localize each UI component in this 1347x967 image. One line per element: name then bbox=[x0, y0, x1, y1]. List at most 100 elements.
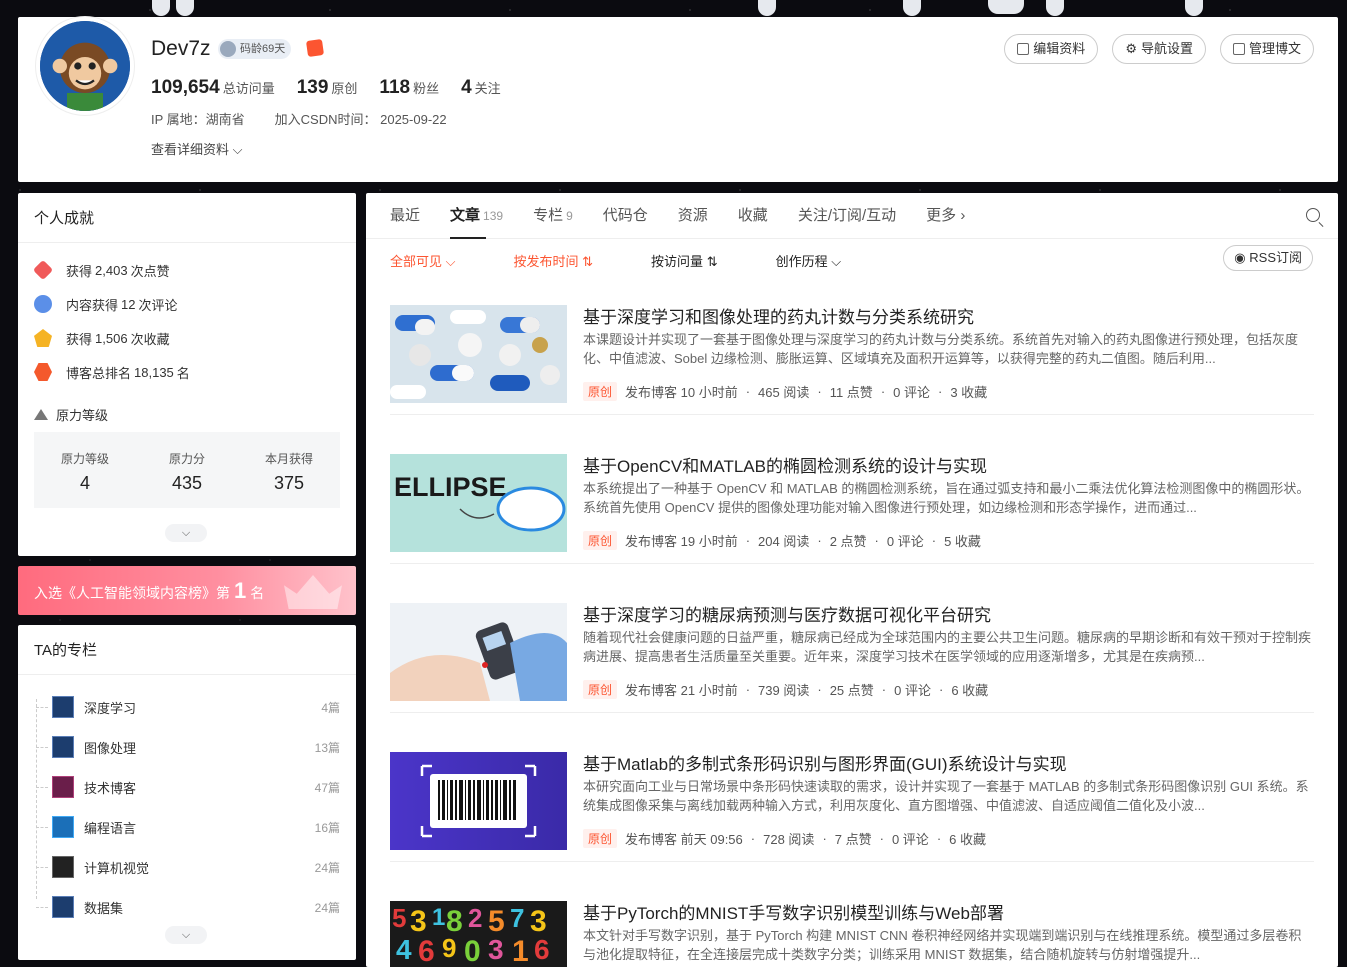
stat-original[interactable]: 139 原创 bbox=[297, 77, 358, 99]
tab-articles[interactable]: 文章 139 bbox=[450, 193, 503, 239]
svg-text:9: 9 bbox=[442, 933, 456, 963]
content-tabs: 最近 文章 139 专栏 9 代码仓 资源 收藏 关注/订阅/互动 更多 › bbox=[366, 193, 1338, 239]
column-item[interactable]: 深度学习 4篇 bbox=[36, 687, 340, 727]
avatar[interactable] bbox=[36, 17, 134, 115]
profile-actions: 编辑资料 ⚙ 导航设置 管理博文 bbox=[1004, 34, 1314, 64]
article-thumbnail[interactable] bbox=[390, 305, 567, 403]
svg-text:ELLIPSE: ELLIPSE bbox=[394, 472, 507, 502]
article-description: 随着现代社会健康问题的日益严重，糖尿病已经成为全球范围内的主要公共卫生问题。糖尿… bbox=[583, 630, 1312, 664]
profile-card: Dev7z 码龄69天 109,654 总访问量 139 原创 118 粉丝 4 关注 … bbox=[18, 17, 1338, 182]
article-filters: 全部可见 ⌵ 按发布时间 ⇅ 按访问量 ⇅ 创作历程 ⌵ ◉ RSS订阅 bbox=[366, 239, 1338, 281]
article-description: 本文针对手写数字识别，基于 PyTorch 构建 MNIST CNN 卷积神经网… bbox=[583, 928, 1302, 962]
ranking-banner[interactable]: 入选《人工智能领域内容榜》第 1 名 bbox=[18, 566, 356, 615]
profile-stats: 109,654 总访问量 139 原创 118 粉丝 4 关注 bbox=[151, 77, 501, 99]
sort-by-views[interactable]: 按访问量 ⇅ bbox=[651, 251, 718, 270]
article-item[interactable]: 基于深度学习的糖尿病预测与医疗数据可视化平台研究 随着现代社会健康问题的日益严重… bbox=[390, 591, 1314, 713]
article-meta: 原创 发布博客 10 小时前 · 465 阅读 · 11 点赞 · 0 评论 · 3 收… bbox=[583, 382, 987, 401]
achievement-likes: 获得 2,403 次点赞 bbox=[32, 253, 340, 287]
tab-code-repo[interactable]: 代码仓 bbox=[603, 193, 648, 239]
article-thumbnail[interactable]: ELLIPSE bbox=[390, 454, 567, 552]
tab-resources[interactable]: 资源 bbox=[678, 193, 708, 239]
column-cover-icon bbox=[52, 856, 74, 878]
svg-text:5: 5 bbox=[392, 903, 406, 933]
svg-text:7: 7 bbox=[510, 903, 524, 933]
manage-posts-button[interactable]: 管理博文 bbox=[1219, 34, 1314, 64]
tab-interactions[interactable]: 关注/订阅/互动 bbox=[798, 193, 896, 239]
profile-meta: IP 属地：湖南省 加入CSDN时间： 2025-09-22 bbox=[151, 109, 447, 128]
gear-icon: ⚙ bbox=[1125, 41, 1137, 56]
tab-columns[interactable]: 专栏 9 bbox=[533, 193, 573, 239]
original-tag: 原创 bbox=[583, 829, 618, 848]
article-thumbnail[interactable] bbox=[390, 752, 567, 850]
nav-settings-button[interactable]: ⚙ 导航设置 bbox=[1112, 34, 1206, 64]
article-meta: 原创 发布博客 21 小时前 · 739 阅读 · 25 点赞 · 0 评论 · 6 收… bbox=[583, 680, 988, 699]
expand-columns-button[interactable]: ⌵ bbox=[165, 926, 207, 944]
columns-card: TA的专栏 深度学习 4篇 图像处理 13篇 技术博客 47篇 编程语言 16篇 计算机… bbox=[18, 625, 356, 960]
rss-subscribe-button[interactable]: ◉ RSS订阅 bbox=[1223, 245, 1313, 271]
svg-text:6: 6 bbox=[534, 934, 550, 965]
article-item[interactable]: ELLIPSE 基于OpenCV和MATLAB的椭圆检测系统的设计与实现 本系统… bbox=[390, 442, 1314, 564]
edit-profile-button[interactable]: 编辑资料 bbox=[1004, 34, 1099, 64]
rank-icon bbox=[34, 363, 52, 381]
svg-text:3: 3 bbox=[410, 905, 427, 938]
article-meta: 原创 发布博客 前天 09:56 · 728 阅读 · 7 点赞 · 0 评论 · 6 … bbox=[583, 829, 986, 848]
column-item[interactable]: 技术博客 47篇 bbox=[36, 767, 340, 807]
tab-more[interactable]: 更多 › bbox=[926, 193, 965, 239]
column-cover-icon bbox=[52, 776, 74, 798]
join-date: 加入CSDN时间： 2025-09-22 bbox=[274, 112, 447, 127]
tab-recent[interactable]: 最近 bbox=[390, 193, 420, 239]
article-item[interactable]: 基于深度学习和图像处理的药丸计数与分类系统研究 本课题设计并实现了一套基于图像处… bbox=[390, 293, 1314, 415]
article-thumbnail[interactable] bbox=[390, 603, 567, 701]
level-header[interactable]: 原力等级 bbox=[34, 405, 340, 424]
svg-text:3: 3 bbox=[488, 934, 504, 965]
tab-favorites[interactable]: 收藏 bbox=[738, 193, 768, 239]
svg-text:6: 6 bbox=[418, 935, 435, 967]
article-title[interactable]: 基于OpenCV和MATLAB的椭圆检测系统的设计与实现 bbox=[583, 452, 987, 477]
stat-visits[interactable]: 109,654 总访问量 bbox=[151, 77, 275, 99]
article-description: 本研究面向工业与日常场景中条形码快速读取的需求，设计并实现了一套基于 MATLA… bbox=[583, 779, 1309, 813]
column-cover-icon bbox=[52, 896, 74, 918]
stat-following[interactable]: 4 关注 bbox=[461, 77, 501, 99]
comment-icon bbox=[34, 295, 52, 313]
svg-text:2: 2 bbox=[468, 903, 482, 933]
article-meta: 原创 发布博客 19 小时前 · 204 阅读 · 2 点赞 · 0 评论 · 5 收藏 bbox=[583, 531, 981, 550]
article-title[interactable]: 基于深度学习和图像处理的药丸计数与分类系统研究 bbox=[583, 303, 974, 328]
article-item[interactable]: 基于Matlab的多制式条形码识别与图形界面(GUI)系统设计与实现 本研究面向… bbox=[390, 740, 1314, 862]
header-decoration bbox=[988, 0, 1024, 14]
article-item[interactable]: 5 3 1 8 2 5 7 3 4 6 9 0 3 1 6 基于PyTorch的… bbox=[390, 889, 1314, 967]
article-description: 本课题设计并实现了一套基于图像处理与深度学习的药丸计数与分类系统。系统首先对输入… bbox=[583, 332, 1299, 366]
columns-title: TA的专栏 bbox=[18, 625, 356, 675]
stat-fans[interactable]: 118 粉丝 bbox=[379, 77, 439, 99]
article-title[interactable]: 基于深度学习的糖尿病预测与医疗数据可视化平台研究 bbox=[583, 601, 991, 626]
visibility-filter[interactable]: 全部可见 ⌵ bbox=[390, 251, 456, 270]
code-age-badge: 码龄69天 bbox=[218, 39, 292, 59]
sort-icon: ⇅ bbox=[582, 253, 594, 269]
column-item[interactable]: 编程语言 16篇 bbox=[36, 807, 340, 847]
article-title[interactable]: 基于Matlab的多制式条形码识别与图形界面(GUI)系统设计与实现 bbox=[583, 750, 1067, 775]
column-item[interactable]: 数据集 24篇 bbox=[36, 887, 340, 927]
view-details-link[interactable]: 查看详细资料 ⌵ bbox=[151, 139, 243, 158]
chevron-down-icon: ⌵ bbox=[181, 527, 191, 539]
sort-by-time[interactable]: 按发布时间 ⇅ bbox=[514, 251, 594, 270]
article-thumbnail[interactable]: 5 3 1 8 2 5 7 3 4 6 9 0 3 1 6 bbox=[390, 901, 567, 967]
chevron-down-icon: ⌵ bbox=[181, 929, 191, 941]
column-cover-icon bbox=[52, 736, 74, 758]
certification-badge-icon[interactable] bbox=[305, 38, 325, 58]
search-icon[interactable] bbox=[1306, 208, 1320, 222]
article-description: 本系统提出了一种基于 OpenCV 和 MATLAB 的椭圆检测系统，旨在通过弧… bbox=[583, 481, 1310, 515]
expand-achievements-button[interactable]: ⌵ bbox=[165, 524, 207, 542]
main-content: 最近 文章 139 专栏 9 代码仓 资源 收藏 关注/订阅/互动 更多 › 全部可… bbox=[366, 193, 1338, 967]
ip-location: IP 属地：湖南省 bbox=[151, 112, 245, 127]
level-box: 原力等级 4 原力分 435 本月获得 375 bbox=[34, 432, 340, 508]
chevron-down-icon: ⌵ bbox=[445, 253, 456, 269]
column-item[interactable]: 图像处理 13篇 bbox=[36, 727, 340, 767]
original-tag: 原创 bbox=[583, 382, 618, 401]
article-title[interactable]: 基于PyTorch的MNIST手写数字识别模型训练与Web部署 bbox=[583, 899, 1004, 924]
column-cover-icon bbox=[52, 696, 74, 718]
svg-text:1: 1 bbox=[512, 935, 529, 967]
column-item[interactable]: 计算机视觉 24篇 bbox=[36, 847, 340, 887]
creation-history[interactable]: 创作历程 ⌵ bbox=[776, 251, 842, 270]
favorite-icon bbox=[34, 329, 52, 347]
achievements-title: 个人成就 bbox=[18, 193, 356, 243]
achievements-card: 个人成就 获得 2,403 次点赞 内容获得 12 次评论 获得 1,506 次收藏 博客总… bbox=[18, 193, 356, 556]
